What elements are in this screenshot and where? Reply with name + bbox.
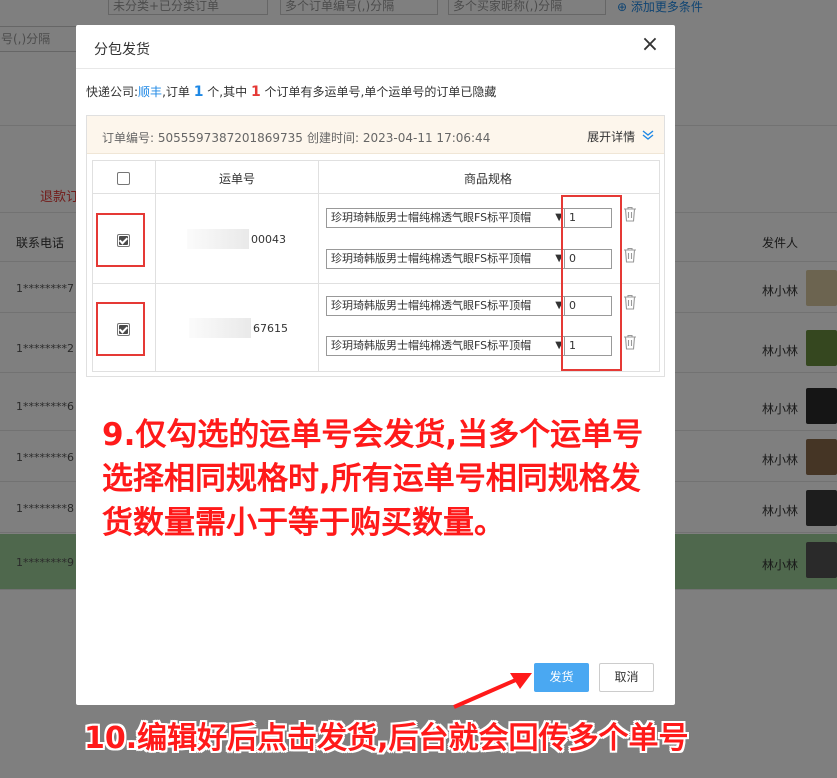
- order-count: 1: [193, 84, 204, 100]
- highlight-box: [561, 195, 622, 371]
- double-chevron-down-icon: [638, 130, 654, 144]
- courier-link[interactable]: 顺丰: [138, 85, 162, 99]
- courier-label: 快递公司:: [86, 85, 139, 99]
- trash-icon[interactable]: [623, 247, 637, 263]
- dialog-title: 分包发货: [94, 42, 150, 58]
- spec-select[interactable]: 珍玥琦韩版男士帽纯棉透气眼FS标平顶帽 ▼: [326, 249, 566, 269]
- annotation-step-9: 9.仅勾选的运单号会发货,当多个运单号选择相同规格时,所有运单号相同规格发货数量…: [102, 417, 644, 541]
- arrow-icon: [453, 673, 532, 709]
- dialog-header: 分包发货 ×: [76, 25, 675, 69]
- waybill-table: 运单号 商品规格 00043 珍玥琦韩版男士帽纯棉透气眼FS标平顶帽 ▼ 1 珍玥…: [92, 160, 660, 372]
- masked-waybill: [187, 229, 249, 249]
- waybill-number: 00043: [251, 233, 286, 246]
- order-panel: 订单编号: 5055597387201869735 创建时间: 2023-04-…: [86, 115, 665, 377]
- info-text: ,订单: [162, 85, 190, 99]
- info-text: 个,其中: [207, 85, 248, 99]
- annotation-step-10: 10.编辑好后点击发货,后台就会回传多个单号: [84, 721, 689, 756]
- spec-select[interactable]: 珍玥琦韩版男士帽纯棉透气眼FS标平顶帽 ▼: [326, 208, 566, 228]
- trash-icon[interactable]: [623, 206, 637, 222]
- courier-info: 快递公司:顺丰,订单 1 个,其中 1 个订单有多运单号,单个运单号的订单已隐藏: [86, 83, 496, 100]
- order-header: 订单编号: 5055597387201869735 创建时间: 2023-04-…: [87, 116, 664, 154]
- order-created-time: 创建时间: 2023-04-11 17:06:44: [307, 131, 491, 145]
- spec-select[interactable]: 珍玥琦韩版男士帽纯棉透气眼FS标平顶帽 ▼: [326, 336, 566, 356]
- order-number: 订单编号: 5055597387201869735: [102, 131, 303, 145]
- waybill-number: 67615: [253, 322, 288, 335]
- table-header: 运单号 商品规格: [93, 161, 659, 194]
- ship-button[interactable]: 发货: [534, 663, 589, 692]
- info-text: 个订单有多运单号,单个运单号的订单已隐藏: [264, 85, 497, 99]
- expand-details-link[interactable]: 展开详情: [587, 128, 654, 145]
- select-all-checkbox[interactable]: [117, 172, 130, 185]
- column-header-spec: 商品规格: [464, 172, 513, 186]
- multi-waybill-count: 1: [250, 84, 261, 100]
- masked-waybill: [189, 318, 251, 338]
- split-shipment-dialog: 分包发货 × 快递公司:顺丰,订单 1 个,其中 1 个订单有多运单号,单个运单…: [76, 25, 675, 705]
- close-icon[interactable]: ×: [639, 34, 661, 57]
- cancel-button[interactable]: 取消: [599, 663, 654, 692]
- column-header-waybill: 运单号: [219, 172, 256, 186]
- trash-icon[interactable]: [623, 334, 637, 350]
- spec-select[interactable]: 珍玥琦韩版男士帽纯棉透气眼FS标平顶帽 ▼: [326, 296, 566, 316]
- trash-icon[interactable]: [623, 294, 637, 310]
